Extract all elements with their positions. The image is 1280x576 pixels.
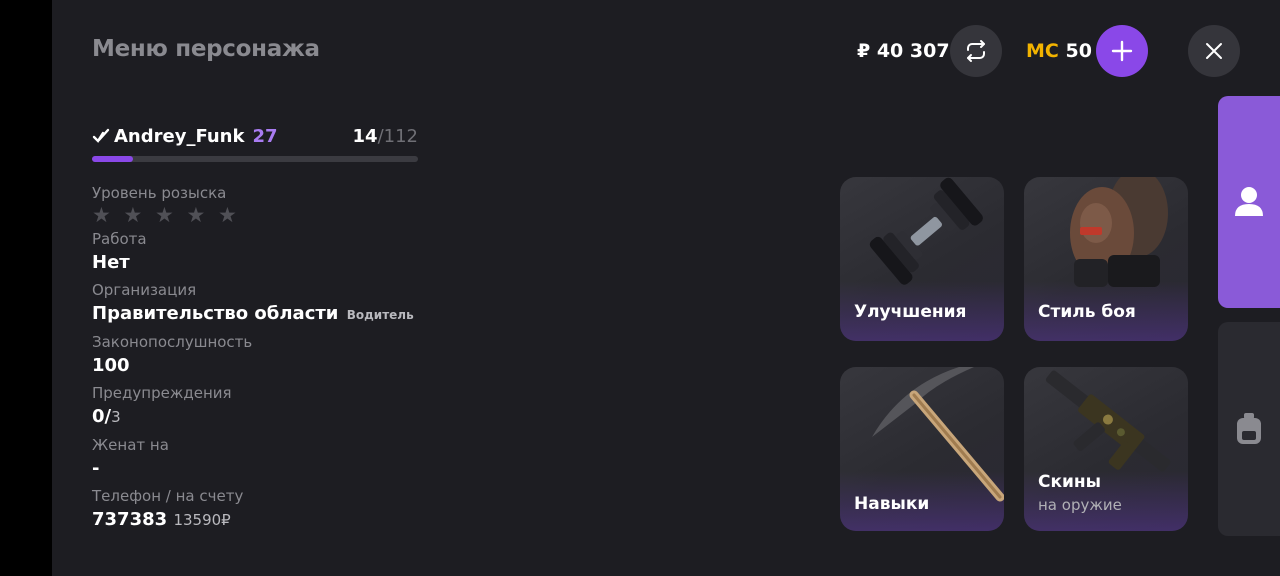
exchange-icon	[967, 40, 985, 62]
wanted-label: Уровень розыска	[92, 184, 227, 202]
card-weapon-skins[interactable]: Скины на оружие	[1024, 367, 1188, 531]
card-label: Улучшения	[854, 302, 967, 322]
xp-progress-fill	[92, 156, 133, 162]
add-currency-button[interactable]	[1096, 25, 1148, 77]
close-icon	[1206, 43, 1222, 59]
wanted-stars: ★ ★ ★ ★ ★	[92, 203, 240, 227]
org-rank: Водитель	[346, 308, 414, 322]
job-label: Работа	[92, 230, 147, 248]
phone-balance: 13590₽	[173, 511, 231, 529]
phone-value-row: 737383 13590₽	[92, 509, 231, 530]
mc-balance: MC 50	[1026, 40, 1092, 62]
warnings-value: 0/	[92, 406, 112, 427]
money-balance: ₽ 40 307	[857, 40, 950, 62]
player-level: 27	[252, 126, 278, 147]
pickaxe-icon	[872, 367, 1004, 502]
mc-value: 50	[1065, 40, 1092, 62]
player-xp: 14/112	[353, 126, 418, 147]
org-value: Правительство области	[92, 303, 339, 324]
boxing-glove-icon	[1070, 177, 1168, 287]
close-button[interactable]	[1188, 25, 1240, 77]
player-info: Andrey_Funk 27 14/112	[92, 126, 418, 162]
sidebar-tab-inventory[interactable]	[1218, 322, 1280, 536]
card-label: Скины	[1038, 472, 1102, 492]
left-edge-strip	[0, 0, 52, 576]
org-label: Организация	[92, 281, 197, 299]
page-title: Меню персонажа	[92, 36, 320, 62]
card-sublabel: на оружие	[1038, 496, 1122, 514]
verified-icon	[92, 128, 110, 143]
married-label: Женат на	[92, 436, 169, 454]
mc-label: MC	[1026, 40, 1059, 62]
card-label: Навыки	[854, 494, 930, 514]
card-upgrades[interactable]: Улучшения	[840, 177, 1004, 341]
exchange-button[interactable]	[950, 25, 1002, 77]
warnings-max: 3	[111, 408, 121, 426]
xp-current: 14	[352, 126, 378, 147]
player-name: Andrey_Funk	[114, 126, 245, 147]
married-value: -	[92, 458, 100, 479]
person-icon	[1235, 187, 1263, 216]
dumbbell-icon	[869, 177, 983, 285]
plus-icon	[1111, 40, 1133, 62]
xp-max: /112	[377, 126, 418, 147]
card-skills[interactable]: Навыки	[840, 367, 1004, 531]
card-label: Стиль боя	[1038, 302, 1136, 322]
org-value-row: Правительство области Водитель	[92, 303, 414, 324]
phone-label: Телефон / на счету	[92, 487, 244, 505]
law-value: 100	[92, 355, 130, 376]
warnings-label: Предупреждения	[92, 384, 232, 402]
backpack-icon	[1237, 413, 1261, 444]
xp-progress-bar	[92, 156, 418, 162]
law-label: Законопослушность	[92, 333, 253, 351]
warnings-value-row: 0/3	[92, 406, 121, 427]
phone-value: 737383	[92, 509, 168, 530]
job-value: Нет	[92, 252, 130, 273]
sidebar-tab-character[interactable]	[1218, 96, 1280, 308]
card-fight-style[interactable]: Стиль боя	[1024, 177, 1188, 341]
